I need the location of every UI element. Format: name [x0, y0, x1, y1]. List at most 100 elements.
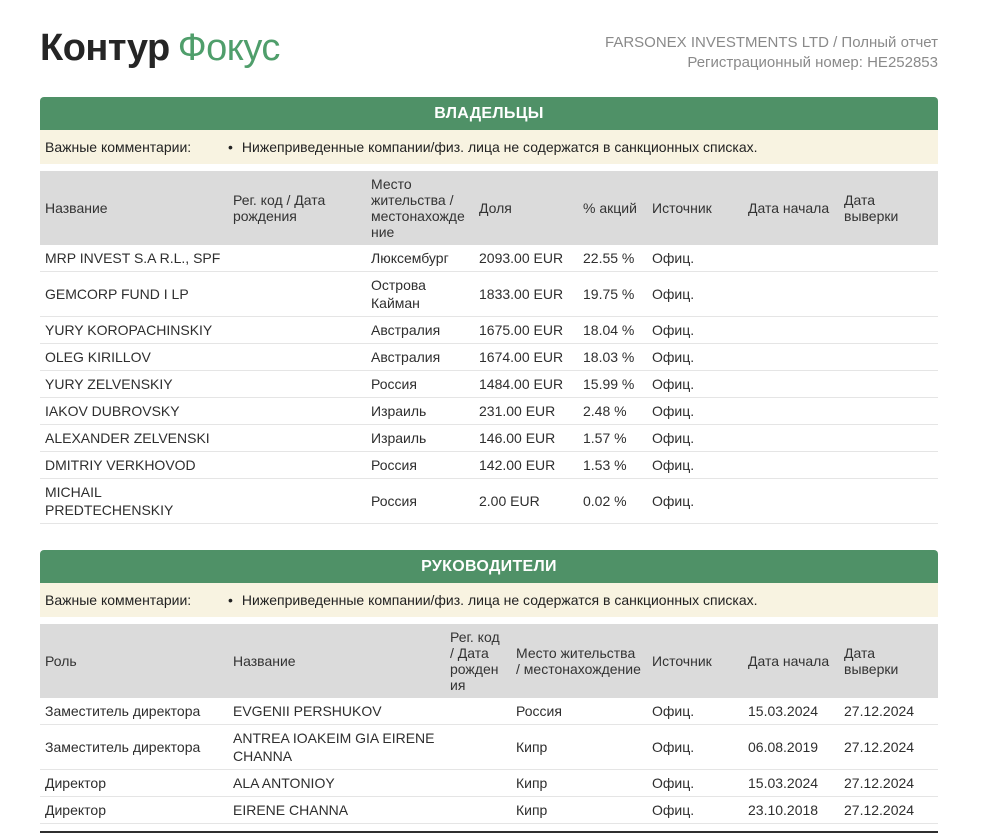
- owners-table-header: Название Рег. код / Дата рождения Место …: [40, 171, 938, 245]
- report-registration-number: Регистрационный номер: HE252853: [605, 53, 938, 73]
- cell-start-date: [743, 371, 839, 398]
- cell-verify-date: 27.12.2024: [839, 797, 938, 824]
- cell-verify-date: [839, 452, 938, 479]
- column-header-share: Доля: [474, 171, 578, 245]
- column-header-percent: % акций: [578, 171, 647, 245]
- cell-percent: 18.03 %: [578, 344, 647, 371]
- cell-location: Кипр: [511, 770, 647, 797]
- cell-name: EIRENE CHANNA: [228, 797, 445, 824]
- cell-name: YURY KOROPACHINSKIY: [40, 317, 228, 344]
- comments-label: Важные комментарии:: [40, 138, 228, 156]
- table-row: Заместитель директора EVGENII PERSHUKOV …: [40, 698, 938, 725]
- report-page: КонтурФокус FARSONEX INVESTMENTS LTD / П…: [0, 0, 984, 833]
- cell-reg-code: [445, 698, 511, 725]
- table-row: DMITRIY VERKHOVOD Россия 142.00 EUR 1.53…: [40, 452, 938, 479]
- column-header-verify-date: Дата выверки: [839, 624, 938, 698]
- cell-source: Офиц.: [647, 725, 743, 770]
- cell-name: YURY ZELVENSKIY: [40, 371, 228, 398]
- cell-location: Россия: [366, 479, 474, 524]
- table-row: IAKOV DUBROVSKY Израиль 231.00 EUR 2.48 …: [40, 398, 938, 425]
- header-row: Роль Название Рег. код / Дата рождения М…: [40, 624, 938, 698]
- cell-name: MICHAIL PREDTECHENSKIY: [40, 479, 228, 524]
- cell-reg-code: [228, 317, 366, 344]
- section-managers: РУКОВОДИТЕЛИ Важные комментарии: • Нижеп…: [40, 550, 938, 833]
- column-header-verify-date: Дата выверки: [839, 171, 938, 245]
- cell-share: 1674.00 EUR: [474, 344, 578, 371]
- cell-name: DMITRIY VERKHOVOD: [40, 452, 228, 479]
- header-row: Название Рег. код / Дата рождения Место …: [40, 171, 938, 245]
- cell-percent: 0.02 %: [578, 479, 647, 524]
- cell-verify-date: [839, 344, 938, 371]
- cell-name: GEMCORP FUND I LP: [40, 272, 228, 317]
- cell-reg-code: [445, 725, 511, 770]
- cell-source: Офиц.: [647, 398, 743, 425]
- cell-start-date: 23.10.2018: [743, 797, 839, 824]
- cell-percent: 1.53 %: [578, 452, 647, 479]
- cell-start-date: [743, 317, 839, 344]
- section-title: РУКОВОДИТЕЛИ: [421, 558, 557, 576]
- comment-item: • Нижеприведенные компании/физ. лица не …: [228, 138, 758, 156]
- cell-name: EVGENII PERSHUKOV: [228, 698, 445, 725]
- cell-start-date: 15.03.2024: [743, 698, 839, 725]
- cell-reg-code: [445, 797, 511, 824]
- table-row: GEMCORP FUND I LP Острова Кайман 1833.00…: [40, 272, 938, 317]
- cell-source: Офиц.: [647, 452, 743, 479]
- section-header-owners: ВЛАДЕЛЬЦЫ: [40, 97, 938, 130]
- comment-text: Нижеприведенные компании/физ. лица не со…: [242, 591, 758, 609]
- cell-reg-code: [228, 479, 366, 524]
- cell-share: 146.00 EUR: [474, 425, 578, 452]
- managers-table: Роль Название Рег. код / Дата рождения М…: [40, 624, 938, 833]
- cell-location: Израиль: [366, 425, 474, 452]
- cell-verify-date: [839, 317, 938, 344]
- cell-role: Директор: [40, 770, 228, 797]
- cell-start-date: [743, 272, 839, 317]
- cell-location: Израиль: [366, 398, 474, 425]
- owners-table: Название Рег. код / Дата рождения Место …: [40, 171, 938, 524]
- cell-reg-code: [445, 770, 511, 797]
- cell-source: Офиц.: [647, 698, 743, 725]
- cell-name: ALEXANDER ZELVENSKI: [40, 425, 228, 452]
- cell-reg-code: [228, 272, 366, 317]
- report-meta: FARSONEX INVESTMENTS LTD / Полный отчет …: [605, 26, 938, 73]
- comment-item: • Нижеприведенные компании/физ. лица не …: [228, 591, 758, 609]
- cell-source: Офиц.: [647, 425, 743, 452]
- report-content: ВЛАДЕЛЬЦЫ Важные комментарии: • Нижеприв…: [40, 97, 938, 833]
- column-header-start-date: Дата начала: [743, 171, 839, 245]
- comment-text: Нижеприведенные компании/физ. лица не со…: [242, 138, 758, 156]
- cell-location: Россия: [366, 371, 474, 398]
- cell-location: Люксембург: [366, 245, 474, 272]
- section-title: ВЛАДЕЛЬЦЫ: [434, 105, 543, 123]
- cell-percent: 19.75 %: [578, 272, 647, 317]
- table-row: YURY KOROPACHINSKIY Австралия 1675.00 EU…: [40, 317, 938, 344]
- table-row: YURY ZELVENSKIY Россия 1484.00 EUR 15.99…: [40, 371, 938, 398]
- cell-location: Австралия: [366, 317, 474, 344]
- cell-start-date: [743, 425, 839, 452]
- cell-reg-code: [228, 245, 366, 272]
- cell-source: Офиц.: [647, 371, 743, 398]
- cell-verify-date: 27.12.2024: [839, 698, 938, 725]
- cell-source: Офиц.: [647, 770, 743, 797]
- cell-share: 231.00 EUR: [474, 398, 578, 425]
- cell-start-date: [743, 479, 839, 524]
- cell-start-date: 15.03.2024: [743, 770, 839, 797]
- column-header-name: Название: [40, 171, 228, 245]
- cell-location: Австралия: [366, 344, 474, 371]
- cell-reg-code: [228, 425, 366, 452]
- managers-comments-row: Важные комментарии: • Нижеприведенные ко…: [40, 583, 938, 617]
- table-row: Директор ALA ANTONIOY Кипр Офиц. 15.03.2…: [40, 770, 938, 797]
- cell-source: Офиц.: [647, 797, 743, 824]
- section-header-managers: РУКОВОДИТЕЛИ: [40, 550, 938, 583]
- cell-source: Офиц.: [647, 245, 743, 272]
- cell-role: Заместитель директора: [40, 698, 228, 725]
- cell-verify-date: [839, 425, 938, 452]
- cell-share: 1675.00 EUR: [474, 317, 578, 344]
- table-row: OLEG KIRILLOV Австралия 1674.00 EUR 18.0…: [40, 344, 938, 371]
- table-row: ALEXANDER ZELVENSKI Израиль 146.00 EUR 1…: [40, 425, 938, 452]
- table-row: Заместитель директора ANTREA IOAKEIM GIA…: [40, 725, 938, 770]
- cell-share: 142.00 EUR: [474, 452, 578, 479]
- cell-verify-date: [839, 398, 938, 425]
- column-header-reg-code: Рег. код / Дата рождения: [228, 171, 366, 245]
- cell-location: Кипр: [511, 797, 647, 824]
- managers-table-header: Роль Название Рег. код / Дата рождения М…: [40, 624, 938, 698]
- cell-name: IAKOV DUBROVSKY: [40, 398, 228, 425]
